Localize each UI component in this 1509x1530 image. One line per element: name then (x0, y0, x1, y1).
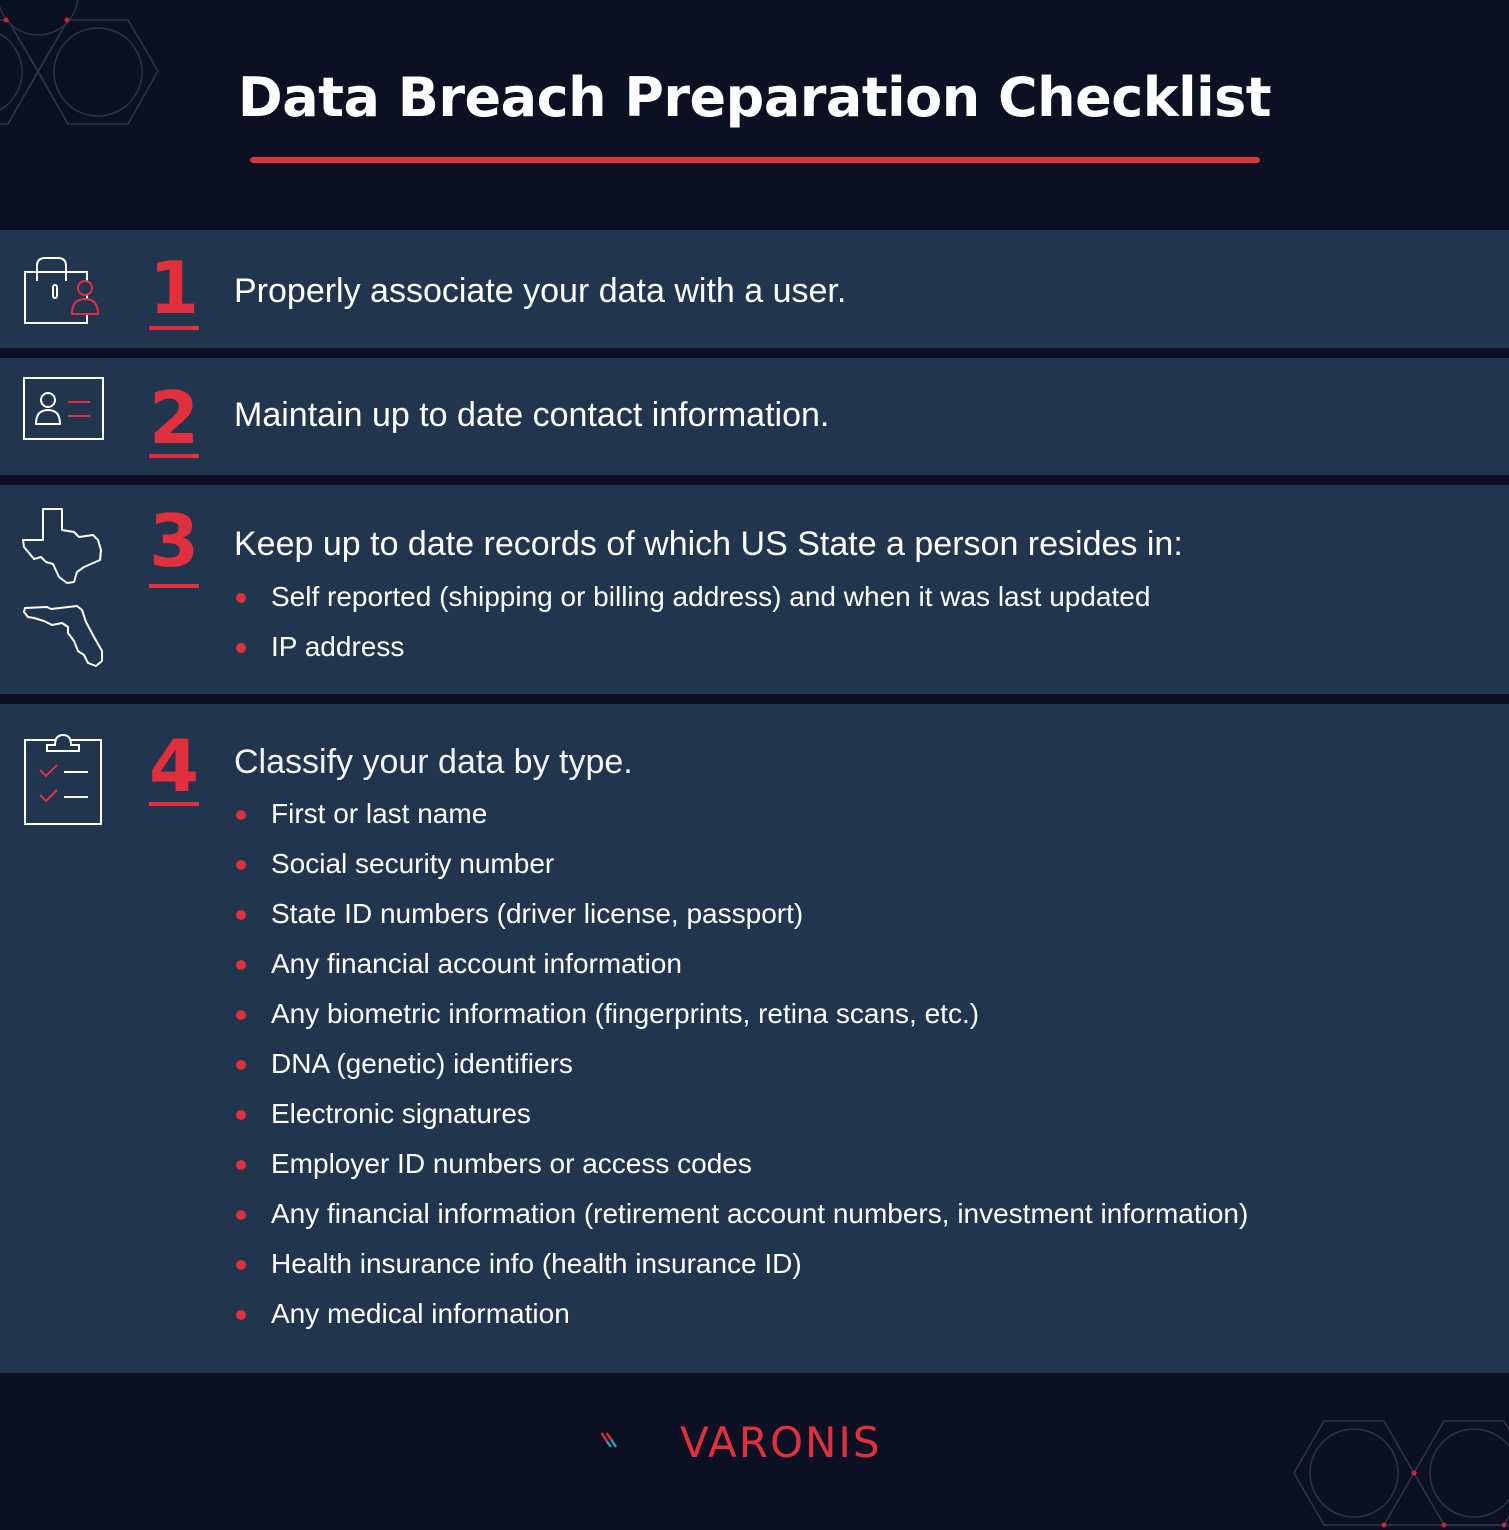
bullet-dot (236, 1060, 246, 1070)
bullet-dot (236, 810, 246, 820)
bullet-dot (236, 960, 246, 970)
bullet-item: Electronic signatures (234, 1089, 1248, 1139)
varonis-logo-text: VARONIS (680, 1418, 882, 1467)
step-heading: Properly associate your data with a user… (234, 272, 847, 310)
bullet-text: First or last name (271, 798, 488, 829)
bullet-text: Any financial account information (271, 948, 682, 979)
bullet-text: Any medical information (271, 1298, 570, 1329)
step-number-underline (149, 326, 199, 330)
bullet-dot (236, 1210, 246, 1220)
bullet-text: Any financial information (retirement ac… (271, 1198, 1249, 1229)
bullet-text: Health insurance info (health insurance … (271, 1248, 802, 1279)
bullet-item: Any financial account information (234, 939, 1248, 989)
bullet-dot (236, 643, 246, 653)
bullet-list: First or last name Social security numbe… (234, 789, 1248, 1339)
step-number: 2 (148, 376, 200, 460)
bullet-dot (236, 593, 246, 603)
bullet-item: Social security number (234, 839, 1248, 889)
step-number: 1 (148, 246, 200, 330)
step-number: 3 (148, 499, 200, 583)
bullet-dot (236, 1260, 246, 1270)
bullet-dot (236, 1010, 246, 1020)
step-number-underline (149, 802, 199, 806)
bullet-dot (236, 1110, 246, 1120)
bullet-text: Employer ID numbers or access codes (271, 1148, 752, 1179)
bullet-item: Employer ID numbers or access codes (234, 1139, 1248, 1189)
bullet-text: Any biometric information (fingerprints,… (271, 998, 980, 1029)
bullet-item: IP address (234, 622, 1150, 672)
checklist-item-3: 3 Keep up to date records of which US St… (0, 485, 1509, 694)
bullet-item: DNA (genetic) identifiers (234, 1039, 1248, 1089)
bullet-text: State ID numbers (driver license, passpo… (271, 898, 804, 929)
bullet-item: Any biometric information (fingerprints,… (234, 989, 1248, 1039)
texas-state-icon (22, 508, 102, 584)
bullet-list: Self reported (shipping or billing addre… (234, 572, 1150, 672)
checklist-item-4: 4 Classify your data by type. First or l… (0, 704, 1509, 1373)
title-underline (250, 157, 1260, 163)
bullet-text: Social security number (271, 848, 555, 879)
bullet-item: Any medical information (234, 1289, 1248, 1339)
step-number: 4 (148, 724, 200, 808)
bullet-item: State ID numbers (driver license, passpo… (234, 889, 1248, 939)
bullet-item: Health insurance info (health insurance … (234, 1239, 1248, 1289)
bullet-dot (236, 910, 246, 920)
bullet-item: First or last name (234, 789, 1248, 839)
bullet-dot (236, 1310, 246, 1320)
varonis-logo-mark-icon (600, 1432, 617, 1448)
clipboard-checklist-icon (24, 733, 102, 825)
step-heading: Classify your data by type. (234, 743, 633, 781)
bullet-item: Any financial information (retirement ac… (234, 1189, 1248, 1239)
bullet-dot (236, 860, 246, 870)
checklist-item-1: 1 Properly associate your data with a us… (0, 230, 1509, 348)
step-heading: Maintain up to date contact information. (234, 396, 830, 434)
bullet-text: IP address (271, 631, 405, 662)
padlock-user-icon (24, 257, 100, 324)
hexagon-pattern-bottom-right (1293, 1420, 1509, 1528)
florida-state-icon (23, 605, 103, 667)
bullet-dot (236, 1160, 246, 1170)
step-heading: Keep up to date records of which US Stat… (234, 525, 1183, 563)
step-number-underline (149, 584, 199, 588)
contact-card-icon (23, 377, 104, 440)
bullet-text: DNA (genetic) identifiers (271, 1048, 573, 1079)
step-number-underline (149, 454, 199, 458)
bullet-text: Self reported (shipping or billing addre… (271, 581, 1151, 612)
bullet-text: Electronic signatures (271, 1098, 531, 1129)
checklist-item-2: 2 Maintain up to date contact informatio… (0, 358, 1509, 475)
bullet-item: Self reported (shipping or billing addre… (234, 572, 1150, 622)
page-title: Data Breach Preparation Checklist (237, 66, 1272, 129)
